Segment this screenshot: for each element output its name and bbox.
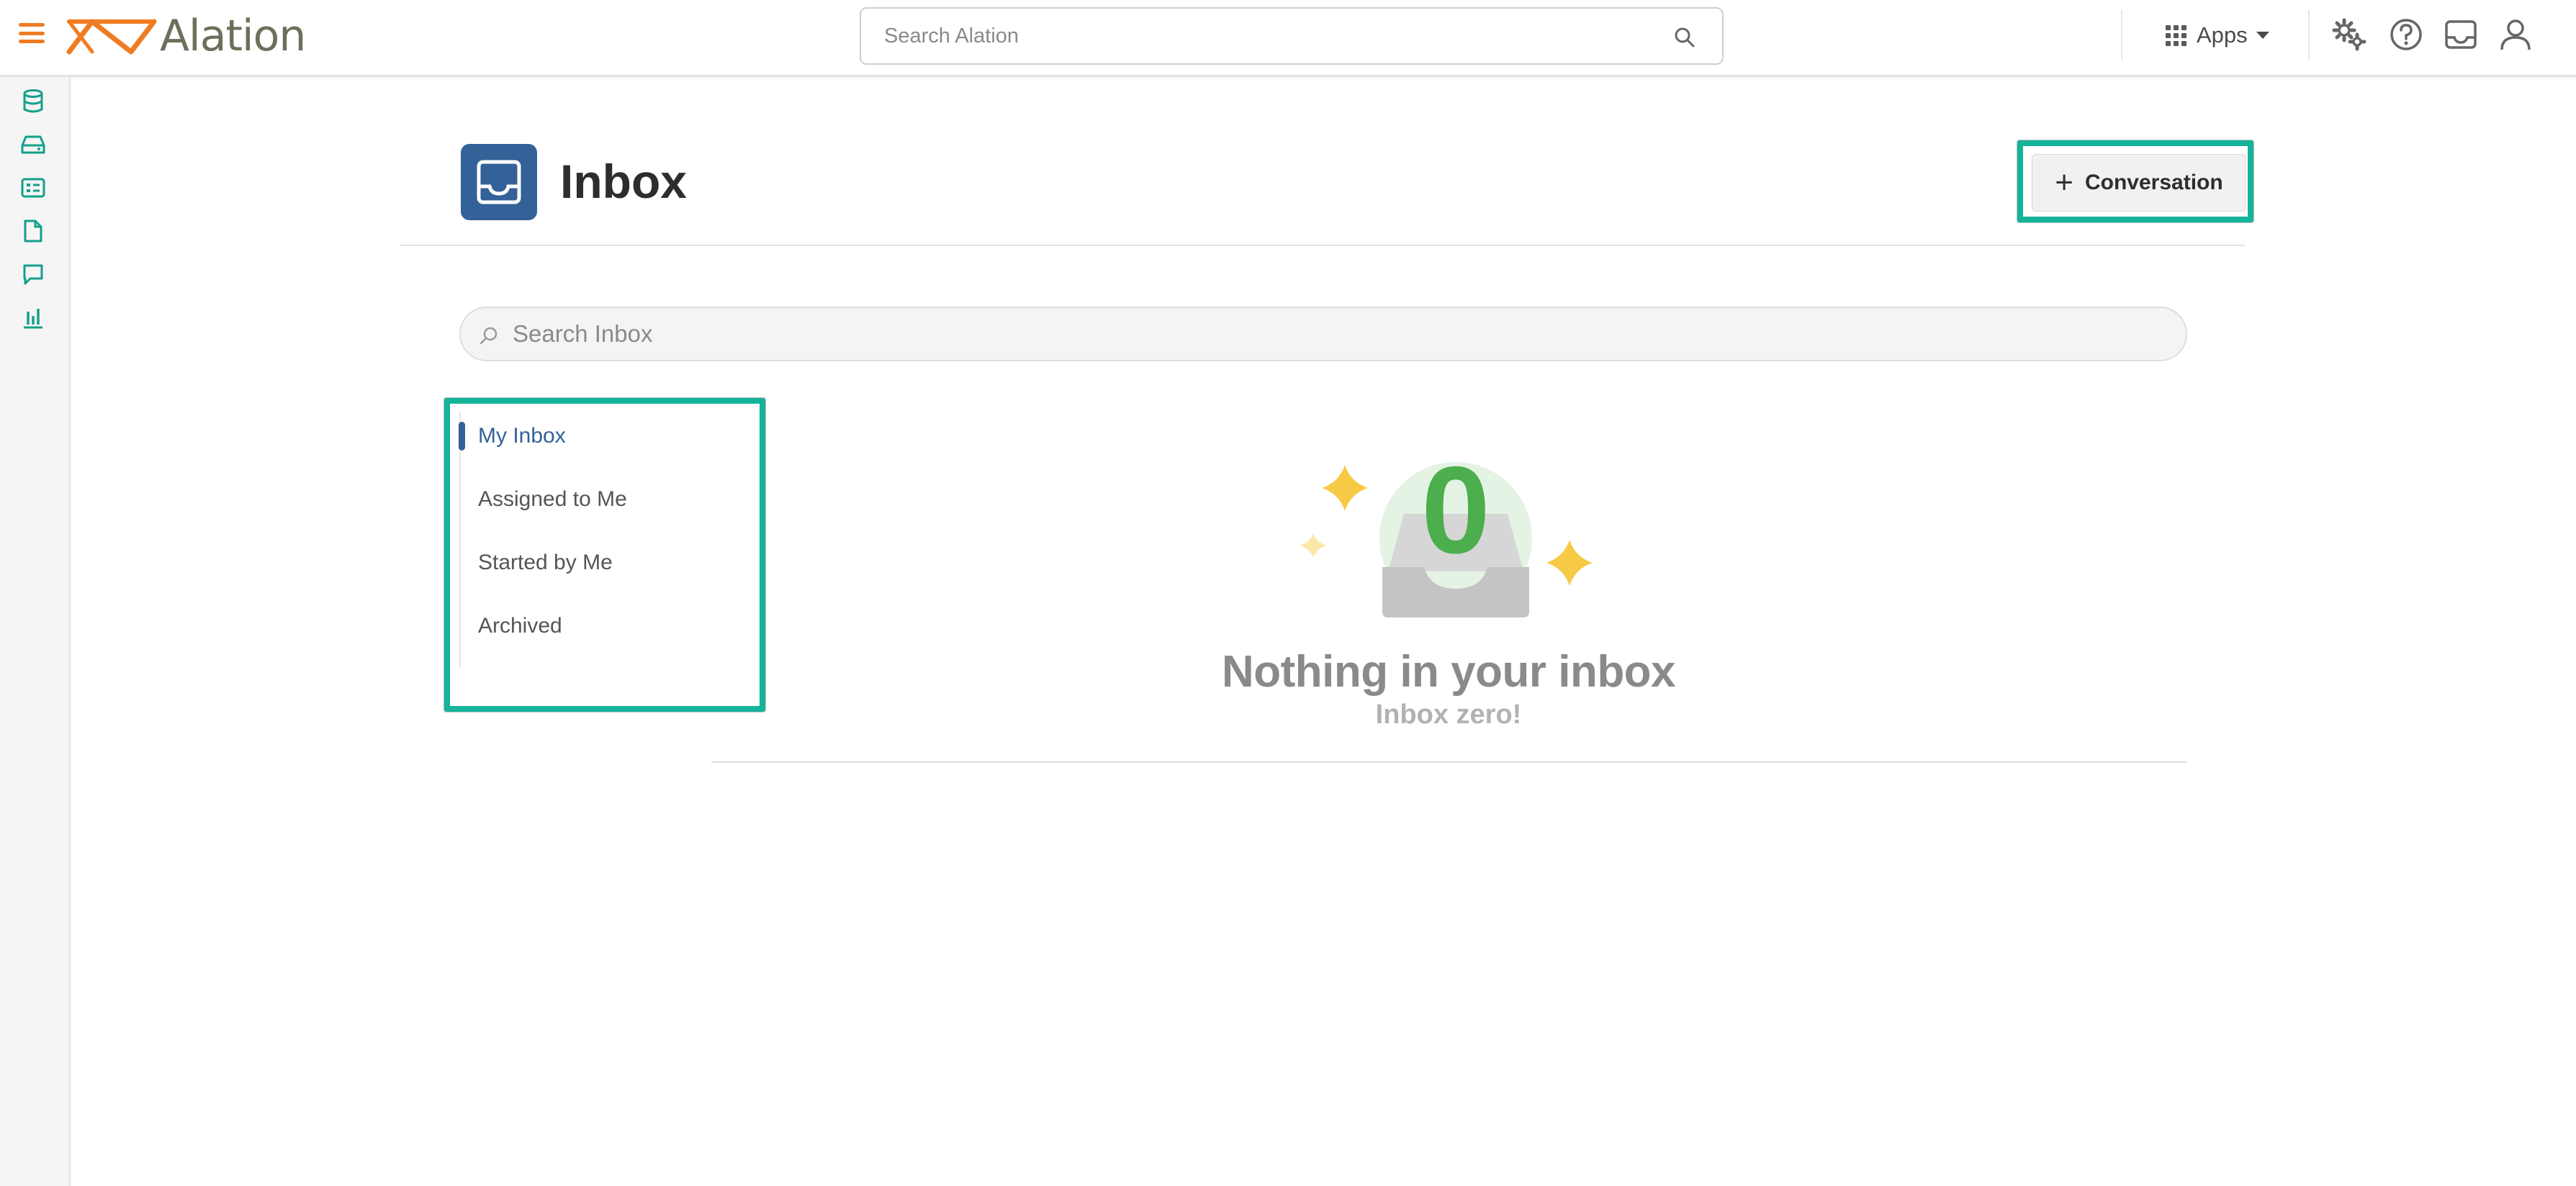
header-divider	[400, 245, 2245, 246]
inbox-search-box[interactable]	[459, 307, 2187, 361]
rail-item-data-sources[interactable]	[19, 87, 48, 116]
inbox-icon	[477, 160, 521, 204]
apps-grid-icon	[2166, 24, 2187, 46]
large-sparkle-icon	[1322, 465, 1368, 511]
global-search-box[interactable]	[860, 7, 1724, 65]
inbox-filter-nav: My Inbox Assigned to Me Started by Me Ar…	[459, 412, 757, 668]
user-profile-icon[interactable]	[2497, 16, 2534, 53]
filter-my-inbox[interactable]: My Inbox	[459, 415, 749, 458]
plus-icon: +	[2055, 165, 2073, 200]
new-conversation-button[interactable]: + Conversation	[2032, 154, 2246, 212]
rail-item-file-systems[interactable]	[19, 130, 48, 159]
alation-logo[interactable]: Alation	[65, 11, 306, 61]
rail-item-analytics[interactable]	[19, 303, 48, 332]
database-icon	[23, 89, 43, 113]
settings-gears-icon[interactable]	[2331, 16, 2369, 53]
rail-item-articles[interactable]	[19, 217, 48, 245]
top-navigation-bar: Alation Apps	[0, 0, 2576, 77]
empty-state-subtitle: Inbox zero!	[1375, 700, 1522, 730]
empty-inbox-illustration: 0	[1300, 445, 1593, 617]
hamburger-menu-icon[interactable]	[19, 23, 45, 43]
alation-logo-mark-icon	[66, 19, 157, 55]
filter-started-by-me[interactable]: Started by Me	[461, 541, 749, 584]
nav-divider	[2308, 10, 2310, 60]
large-sparkle-icon	[1546, 540, 1593, 586]
bar-chart-icon	[24, 309, 42, 329]
document-icon	[24, 219, 42, 243]
inbox-page-icon	[461, 144, 537, 220]
empty-state-title: Nothing in your inbox	[1221, 647, 1676, 697]
global-search-input[interactable]	[861, 9, 1722, 63]
chat-bubble-icon	[23, 264, 43, 285]
nav-divider	[2121, 10, 2122, 60]
help-icon[interactable]	[2387, 16, 2425, 53]
small-sparkle-icon	[1300, 534, 1326, 557]
inbox-count: 0	[1421, 445, 1490, 579]
catalog-card-icon	[21, 178, 45, 198]
left-rail	[0, 77, 71, 1186]
rail-item-conversations[interactable]	[19, 260, 48, 289]
filter-assigned-to-me[interactable]: Assigned to Me	[461, 478, 749, 521]
content-divider	[711, 761, 2187, 763]
apps-menu-button[interactable]: Apps	[2166, 19, 2269, 52]
apps-label: Apps	[2197, 22, 2248, 47]
filter-archived[interactable]: Archived	[461, 605, 749, 648]
rail-item-catalog[interactable]	[19, 173, 48, 202]
inbox-icon[interactable]	[2442, 16, 2480, 53]
search-icon[interactable]	[1673, 26, 1696, 49]
storage-drive-icon	[21, 135, 45, 154]
page-title: Inbox	[560, 155, 687, 208]
caret-down-icon	[2256, 32, 2269, 39]
inbox-search-input[interactable]	[461, 308, 2186, 360]
app-name: Alation	[160, 11, 306, 61]
new-conversation-label: Conversation	[2084, 171, 2223, 194]
